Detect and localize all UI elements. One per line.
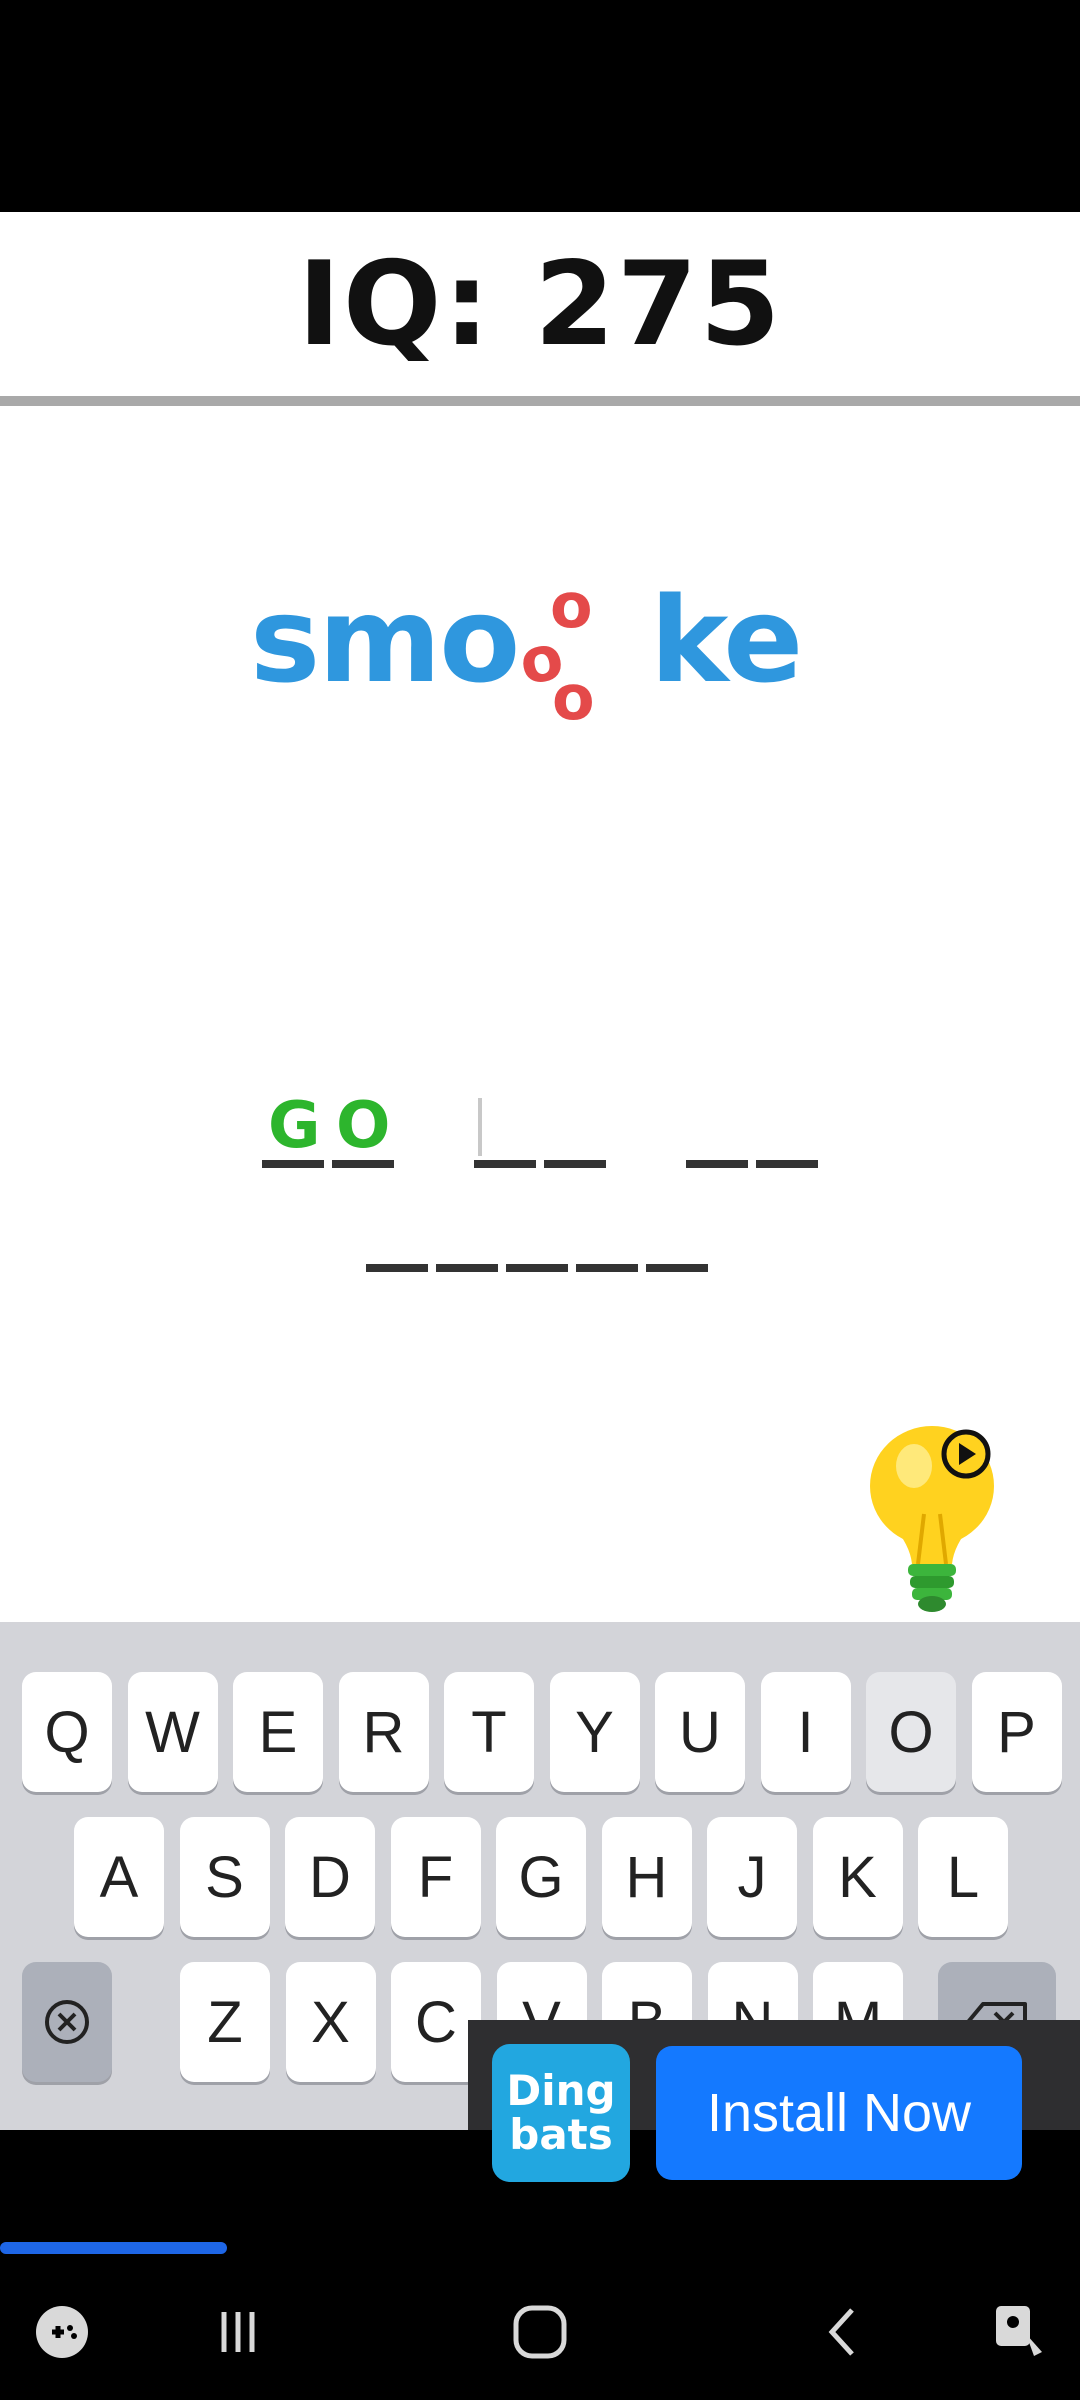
iq-score: IQ: 275: [297, 236, 783, 372]
screenshot-button[interactable]: [980, 2292, 1060, 2372]
ad-app-icon[interactable]: Ding bats: [492, 2044, 630, 2182]
back-icon: [828, 2308, 854, 2356]
recent-apps-icon: [221, 2312, 255, 2352]
puzzle-letter: o: [552, 661, 595, 734]
game-launcher-button[interactable]: [22, 2292, 102, 2372]
answer-slot: [686, 1160, 748, 1168]
key-t[interactable]: T: [444, 1672, 534, 1792]
home-button[interactable]: [500, 2292, 580, 2372]
back-button[interactable]: [804, 2292, 884, 2372]
answer-slot: [544, 1160, 606, 1168]
header-divider: [0, 396, 1080, 406]
install-now-button[interactable]: Install Now: [656, 2046, 1022, 2180]
key-e[interactable]: E: [233, 1672, 323, 1792]
key-s[interactable]: S: [179, 1817, 270, 1937]
ad-app-name-line1: Ding: [506, 2066, 616, 2115]
answer-slot: [646, 1264, 708, 1272]
key-d[interactable]: D: [285, 1817, 375, 1937]
key-a[interactable]: A: [74, 1817, 164, 1937]
puzzle-word-left: smo: [250, 571, 520, 709]
key-w[interactable]: W: [127, 1672, 218, 1792]
recent-apps-button[interactable]: [198, 2292, 278, 2372]
key-k[interactable]: K: [812, 1817, 903, 1937]
key-j[interactable]: J: [707, 1817, 797, 1937]
key-x[interactable]: X: [285, 1962, 376, 2082]
key-i[interactable]: I: [760, 1672, 851, 1792]
key-y[interactable]: Y: [549, 1672, 640, 1792]
circle-x-icon: [45, 2000, 89, 2044]
key-q[interactable]: Q: [22, 1672, 112, 1792]
key-z[interactable]: Z: [180, 1962, 270, 2082]
puzzle-image: smo o o o ke: [250, 555, 850, 755]
puzzle-word-right: ke: [650, 571, 803, 709]
status-area: [0, 0, 1080, 212]
key-o[interactable]: O: [866, 1672, 956, 1792]
gamepad-icon: [36, 2306, 88, 2358]
ad-app-name-line2: bats: [509, 2110, 613, 2159]
answer-letter: O: [336, 1089, 391, 1163]
answer-slot: [474, 1160, 536, 1168]
key-h[interactable]: H: [601, 1817, 692, 1937]
home-icon: [513, 2305, 567, 2359]
answer-slot: [366, 1264, 428, 1272]
answer-slot: [756, 1160, 818, 1168]
answer-slot: [576, 1264, 638, 1272]
lightbulb-play-icon: [870, 1426, 994, 1612]
progress-bar: [0, 2242, 227, 2254]
text-cursor: [478, 1098, 482, 1156]
key-g[interactable]: G: [496, 1817, 586, 1937]
key-l[interactable]: L: [918, 1817, 1008, 1937]
clear-key[interactable]: [22, 1962, 112, 2082]
key-p[interactable]: P: [971, 1672, 1062, 1792]
hint-button[interactable]: [862, 1424, 1002, 1614]
key-u[interactable]: U: [655, 1672, 745, 1792]
answer-slot: [332, 1160, 394, 1168]
answer-slot: [436, 1264, 498, 1272]
key-r[interactable]: R: [338, 1672, 429, 1792]
screenshot-icon: [996, 2306, 1042, 2356]
answer-slot: [262, 1160, 324, 1168]
answer-slot: [506, 1264, 568, 1272]
key-f[interactable]: F: [390, 1817, 481, 1937]
answer-letter: G: [268, 1089, 321, 1163]
